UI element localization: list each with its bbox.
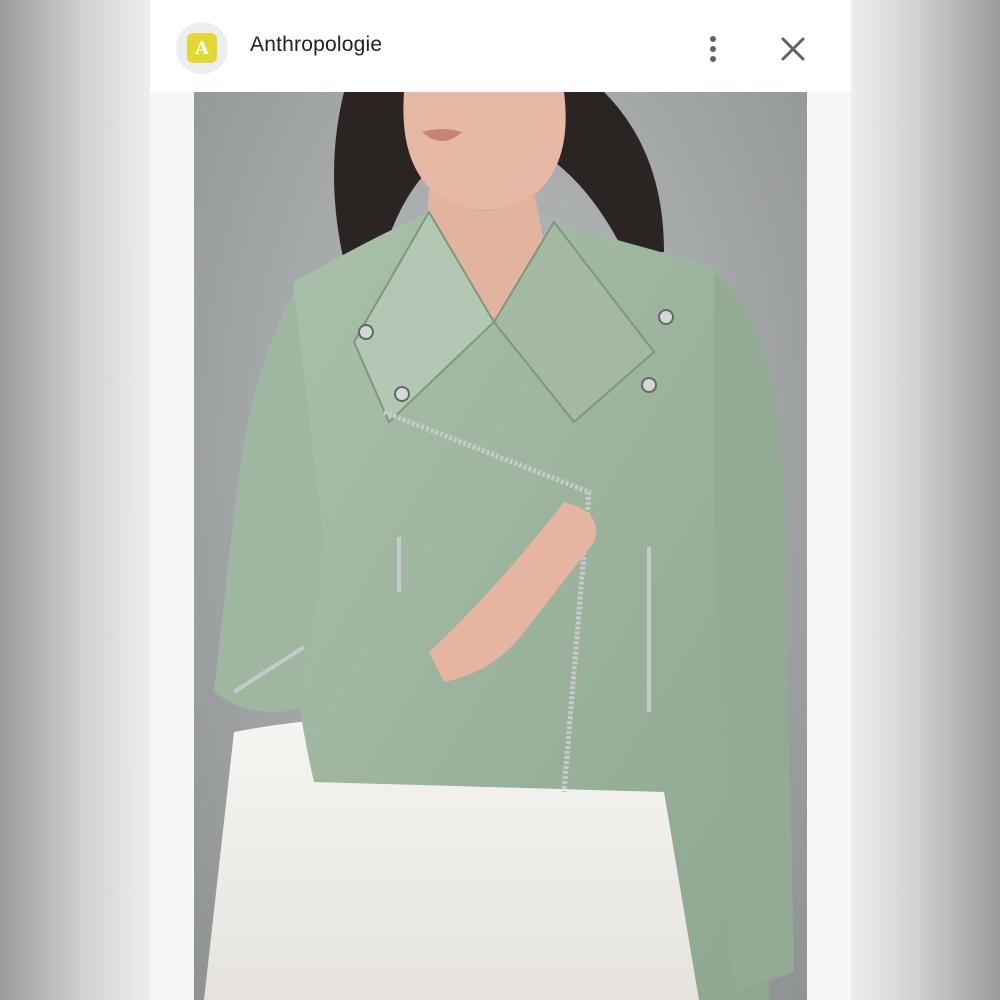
snap: [658, 309, 674, 325]
more-options-button[interactable]: [696, 30, 730, 68]
image-right-margin: [807, 92, 851, 1000]
product-illustration: [204, 92, 794, 1000]
product-card: A Anthropologie: [150, 0, 851, 1000]
image-left-margin: [150, 92, 194, 1000]
more-vertical-icon: [710, 36, 716, 62]
snap: [358, 324, 374, 340]
app-header: A Anthropologie: [150, 0, 851, 92]
app-title: Anthropologie: [250, 33, 383, 56]
snap: [394, 386, 410, 402]
brand-avatar[interactable]: A: [176, 22, 228, 74]
product-image[interactable]: [194, 92, 807, 1000]
brand-logo-icon: A: [187, 33, 217, 63]
face: [403, 92, 566, 210]
close-icon: [781, 37, 805, 61]
snap: [641, 377, 657, 393]
avatar-letter: A: [195, 37, 209, 59]
close-button[interactable]: [774, 30, 812, 68]
